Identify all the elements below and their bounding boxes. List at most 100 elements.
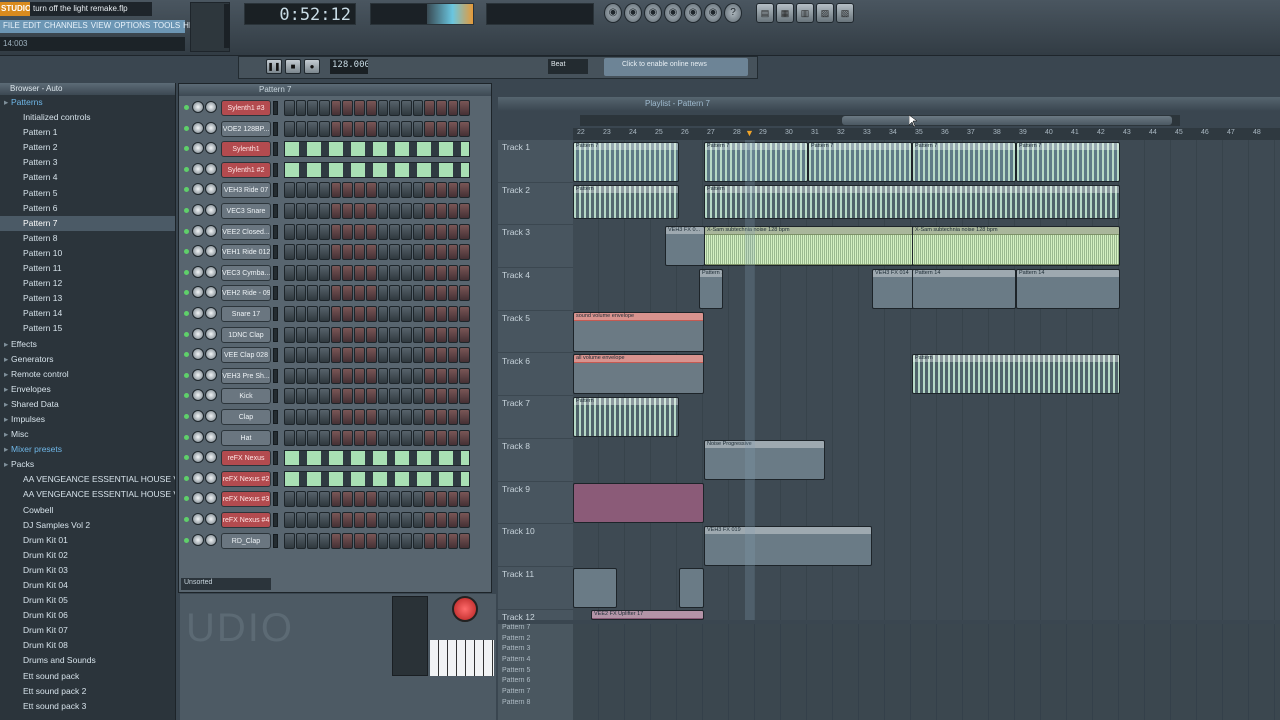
step-button[interactable] xyxy=(330,120,342,137)
step-button[interactable] xyxy=(319,367,330,384)
step-button[interactable] xyxy=(435,182,447,199)
step-button[interactable] xyxy=(377,100,389,116)
step-button[interactable] xyxy=(295,285,307,302)
pattern-clip[interactable]: Pattern xyxy=(704,185,1120,219)
step-button[interactable] xyxy=(365,244,377,261)
channel-select-indicator[interactable] xyxy=(273,183,278,198)
channel-select-indicator[interactable] xyxy=(273,368,278,383)
pattern-list-item[interactable]: Pattern 2 xyxy=(498,635,573,646)
piano-roll-preview[interactable] xyxy=(284,470,470,487)
step-button[interactable] xyxy=(459,100,470,116)
step-button[interactable] xyxy=(365,326,377,343)
playlist-grid[interactable]: Pattern 7 Pattern 7 Pattern 7 Pattern 7 … xyxy=(573,140,1280,620)
step-button[interactable] xyxy=(447,306,459,322)
volume-knob[interactable] xyxy=(205,101,217,113)
step-button[interactable] xyxy=(377,347,389,364)
step-button[interactable] xyxy=(389,223,400,240)
browser-item[interactable]: Drum Kit 02 xyxy=(0,548,175,563)
record-icon[interactable]: ● xyxy=(304,59,320,74)
step-button[interactable] xyxy=(412,532,424,549)
step-button[interactable] xyxy=(389,326,400,343)
browser-item[interactable]: Drum Kit 04 xyxy=(0,578,175,593)
step-button[interactable] xyxy=(354,203,365,219)
step-button[interactable] xyxy=(400,347,412,364)
step-button[interactable] xyxy=(459,326,470,343)
step-button[interactable] xyxy=(389,244,400,261)
step-button[interactable] xyxy=(354,264,365,281)
step-button[interactable] xyxy=(412,264,424,281)
step-button[interactable] xyxy=(307,120,319,137)
step-button[interactable] xyxy=(284,532,295,549)
track-header[interactable]: Track 11 xyxy=(498,567,573,610)
step-button[interactable] xyxy=(447,491,459,508)
channel-led-icon[interactable] xyxy=(184,187,189,193)
step-button[interactable] xyxy=(330,491,342,508)
pan-knob[interactable] xyxy=(192,121,204,134)
channel-select-indicator[interactable] xyxy=(273,142,278,157)
step-button[interactable] xyxy=(459,388,470,405)
step-button[interactable] xyxy=(354,223,365,240)
step-button[interactable] xyxy=(447,388,459,405)
step-button[interactable] xyxy=(389,347,400,364)
step-button[interactable] xyxy=(307,203,319,219)
step-button[interactable] xyxy=(424,388,435,405)
step-button[interactable] xyxy=(307,326,319,343)
pattern-clip[interactable]: Pattern xyxy=(912,354,1120,394)
step-button[interactable] xyxy=(354,367,365,384)
step-button[interactable] xyxy=(307,100,319,116)
browser-item[interactable]: Ett sound pack xyxy=(0,669,175,684)
channel-led-icon[interactable] xyxy=(184,475,189,481)
step-button[interactable] xyxy=(307,367,319,384)
channel-name-button[interactable]: 1DNC Clap xyxy=(221,326,271,343)
step-button[interactable] xyxy=(284,120,295,137)
audio-clip[interactable]: VEE2 FX Uplifter 17 xyxy=(591,610,704,620)
step-button[interactable] xyxy=(295,223,307,240)
channel-select-indicator[interactable] xyxy=(273,162,278,177)
channel-name-button[interactable]: Sylenth1 xyxy=(221,141,271,158)
step-button[interactable] xyxy=(284,347,295,364)
step-button[interactable] xyxy=(424,326,435,343)
pan-knob[interactable] xyxy=(192,224,204,237)
browser-item[interactable]: ▸ Impulses xyxy=(0,412,175,427)
step-button[interactable] xyxy=(365,347,377,364)
pause-icon[interactable]: ❚❚ xyxy=(266,59,282,74)
step-button[interactable] xyxy=(342,223,354,240)
browser-item[interactable]: Pattern 8 xyxy=(0,231,175,246)
step-button[interactable] xyxy=(354,532,365,549)
step-button[interactable] xyxy=(377,532,389,549)
step-button[interactable] xyxy=(435,429,447,446)
step-button[interactable] xyxy=(412,182,424,199)
step-button[interactable] xyxy=(435,203,447,219)
pan-knob[interactable] xyxy=(192,307,204,319)
step-button[interactable] xyxy=(354,491,365,508)
step-button[interactable] xyxy=(435,388,447,405)
channel-led-icon[interactable] xyxy=(184,434,189,440)
step-button[interactable] xyxy=(435,367,447,384)
pattern-list-item[interactable]: Pattern 6 xyxy=(498,677,573,688)
pan-knob[interactable] xyxy=(192,389,204,402)
step-button[interactable] xyxy=(435,244,447,261)
pan-knob[interactable] xyxy=(192,142,204,155)
channel-select-indicator[interactable] xyxy=(273,471,278,486)
step-button[interactable] xyxy=(295,182,307,199)
step-button[interactable] xyxy=(424,285,435,302)
track-header[interactable]: Track 7 xyxy=(498,396,573,439)
browser-item[interactable]: Pattern 3 xyxy=(0,155,175,170)
step-sequencer-icon[interactable]: ▦ xyxy=(776,3,794,23)
step-button[interactable] xyxy=(307,244,319,261)
step-button[interactable] xyxy=(459,491,470,508)
step-button[interactable] xyxy=(389,100,400,116)
step-button[interactable] xyxy=(319,409,330,425)
step-button[interactable] xyxy=(377,264,389,281)
step-button[interactable] xyxy=(377,306,389,322)
volume-knob[interactable] xyxy=(205,327,217,340)
step-button[interactable] xyxy=(424,223,435,240)
step-button[interactable] xyxy=(295,306,307,322)
channel-led-icon[interactable] xyxy=(184,393,189,399)
channel-led-icon[interactable] xyxy=(184,228,189,234)
pattern-clip[interactable] xyxy=(679,568,704,608)
tool-button-icon[interactable]: ◉ xyxy=(644,3,662,23)
browser-item[interactable]: AA VENGEANCE ESSENTIAL HOUSE VO... xyxy=(0,472,175,487)
pan-knob[interactable] xyxy=(192,471,204,484)
pan-knob[interactable] xyxy=(192,368,204,381)
